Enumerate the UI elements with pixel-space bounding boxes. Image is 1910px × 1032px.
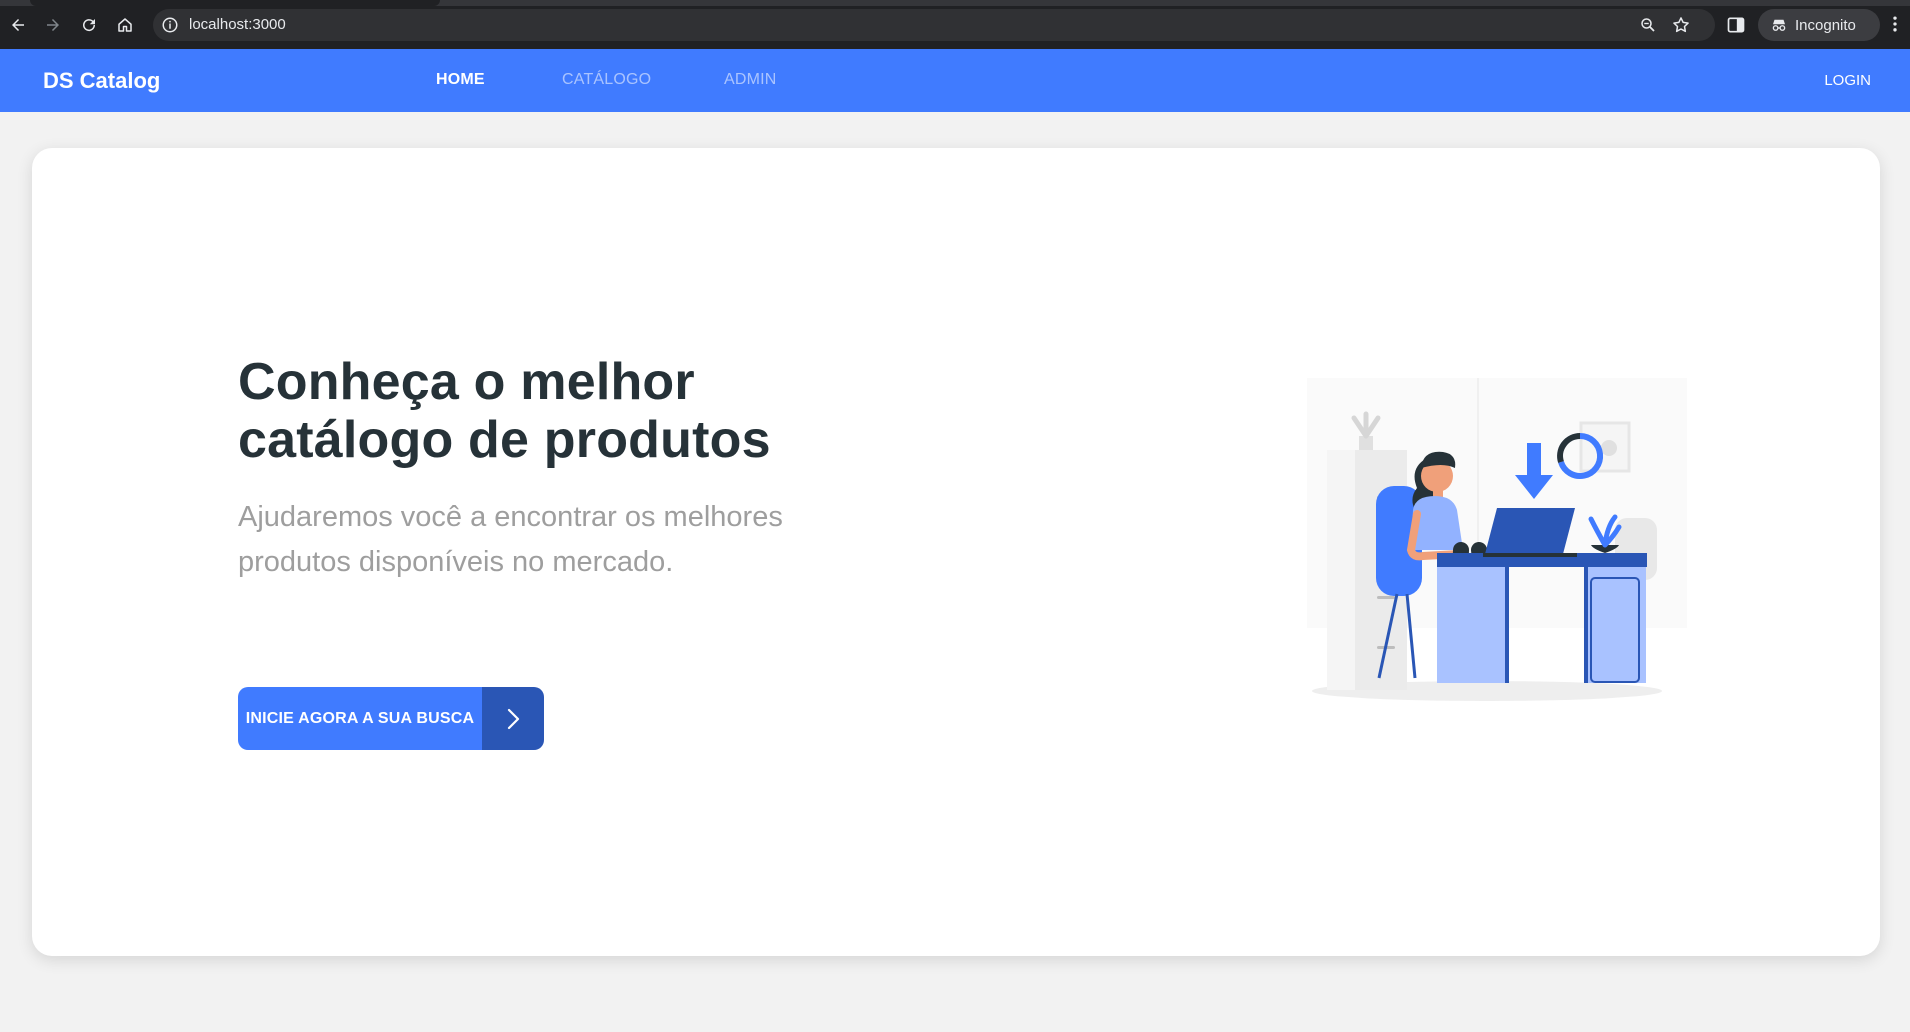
hero-title: Conheça o melhor catálogo de produtos [238, 353, 938, 469]
kebab-menu-icon[interactable] [1885, 14, 1905, 34]
site-info-icon[interactable] [161, 16, 179, 34]
start-search-button[interactable]: INICIE AGORA A SUA BUSCA [238, 687, 544, 750]
incognito-label: Incognito [1795, 16, 1856, 34]
hero-subtitle-line-1: Ajudaremos você a encontrar os melhores [238, 501, 783, 533]
incognito-badge[interactable]: Incognito [1758, 9, 1880, 41]
url-text[interactable]: localhost:3000 [189, 16, 286, 34]
zoom-icon[interactable] [1639, 16, 1657, 34]
hero-title-line-1: Conheça o melhor [238, 353, 695, 411]
home-icon[interactable] [113, 13, 137, 37]
active-tab[interactable] [30, 0, 440, 6]
hero-illustration [1307, 378, 1687, 701]
hero-title-line-2: catálogo de produtos [238, 411, 771, 469]
illustration-laptop [1485, 508, 1575, 554]
hero-subtitle: Ajudaremos você a encontrar os melhores … [238, 495, 878, 585]
nav-link-home[interactable]: HOME [436, 71, 485, 89]
hero-subtitle-line-2: produtos disponíveis no mercado. [238, 546, 674, 578]
start-search-label[interactable]: INICIE AGORA A SUA BUSCA [238, 687, 482, 750]
reload-icon[interactable] [77, 13, 101, 37]
chevron-right-icon[interactable] [482, 687, 544, 750]
login-link[interactable]: LOGIN [1824, 72, 1871, 90]
main-navbar: DS Catalog HOME CATÁLOGO ADMIN LOGIN [0, 49, 1910, 112]
side-panel-icon[interactable] [1726, 15, 1746, 35]
forward-icon[interactable] [41, 13, 65, 37]
bookmark-star-icon[interactable] [1671, 15, 1691, 35]
incognito-icon [1772, 19, 1786, 31]
nav-link-admin[interactable]: ADMIN [724, 71, 777, 89]
browser-toolbar: localhost:3000 Incognito [0, 0, 1910, 49]
home-card: Conheça o melhor catálogo de produtos Aj… [32, 148, 1880, 956]
address-bar[interactable]: localhost:3000 [153, 9, 1715, 41]
tab-strip [0, 0, 1910, 6]
brand-logo[interactable]: DS Catalog [43, 69, 160, 93]
nav-link-catalog[interactable]: CATÁLOGO [562, 71, 651, 89]
back-icon[interactable] [6, 13, 30, 37]
